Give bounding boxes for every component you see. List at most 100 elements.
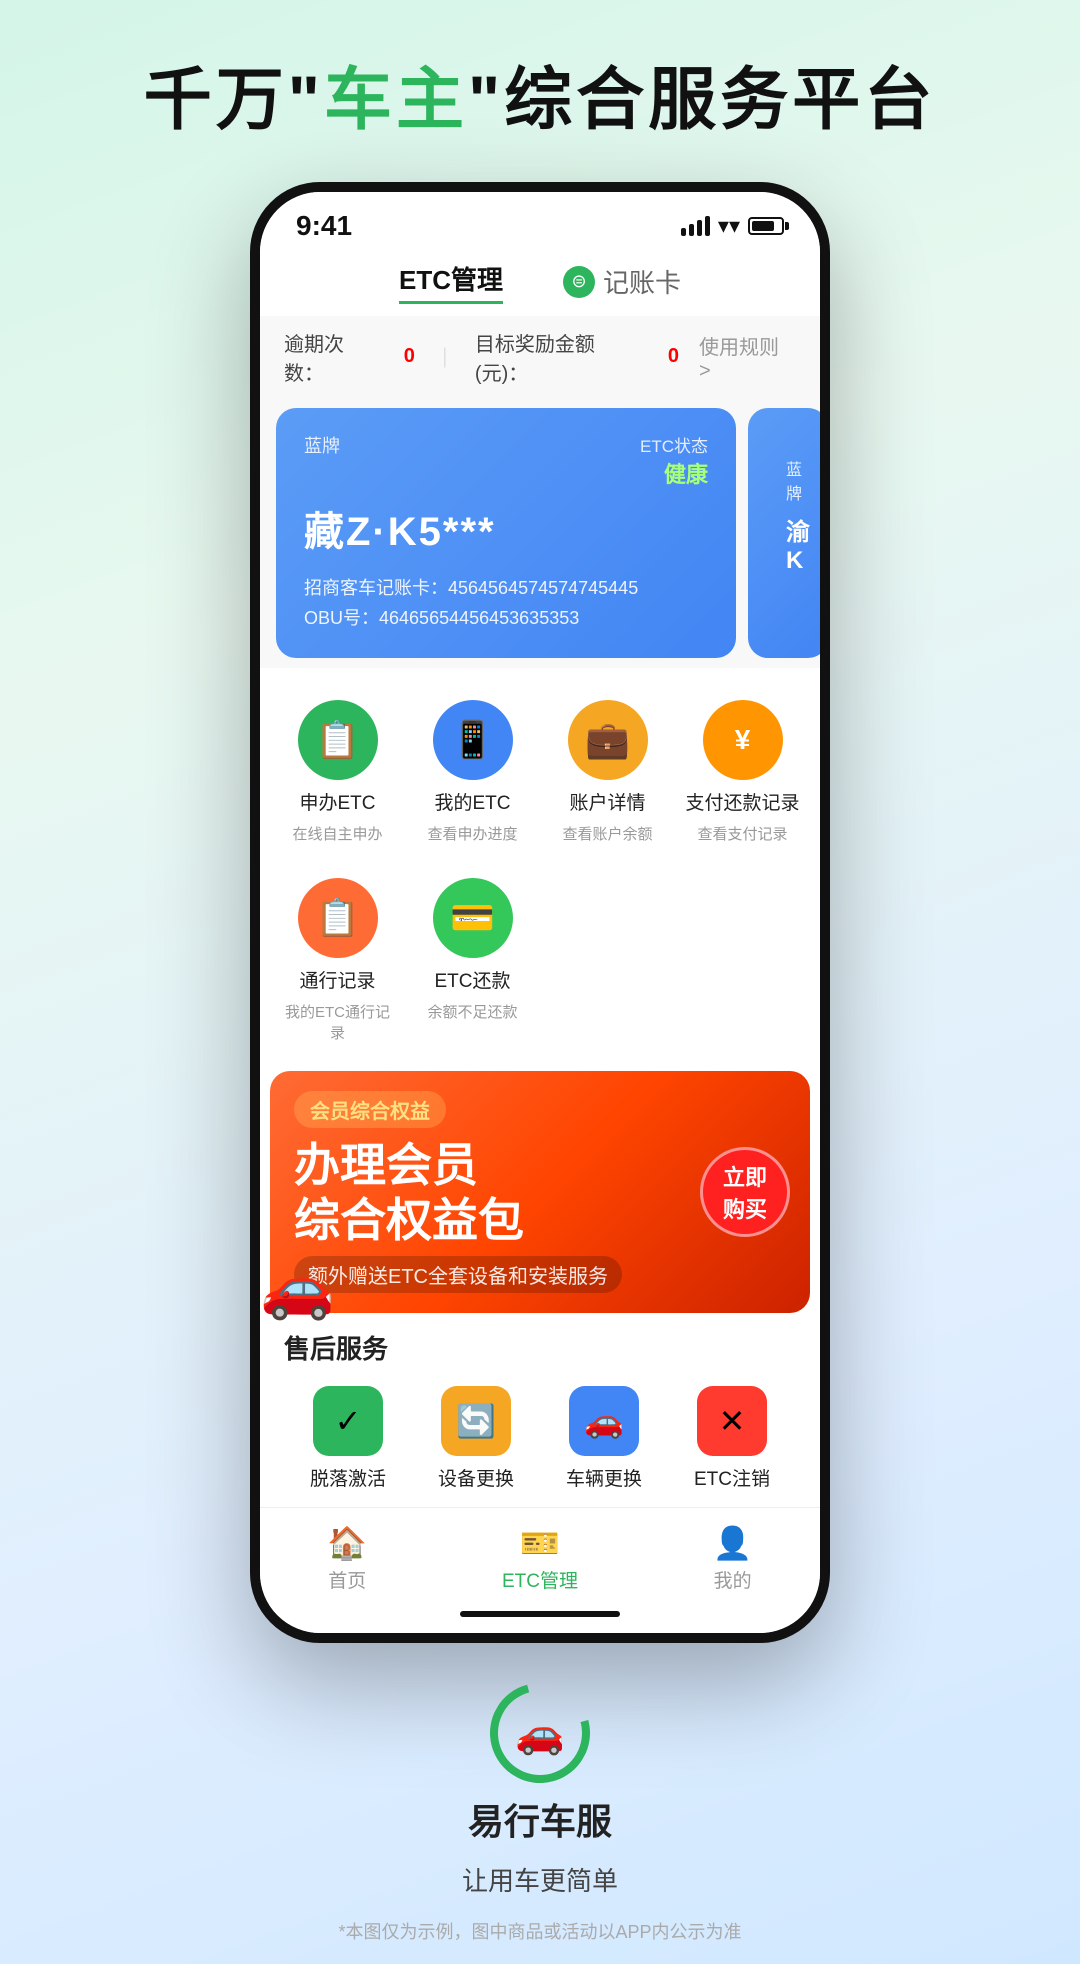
apply-etc-name: 申办ETC — [299, 788, 375, 815]
bottom-nav-etc-manage[interactable]: 🎫 ETC管理 — [502, 1524, 578, 1593]
tagline-prefix: 千万" — [144, 62, 324, 138]
cancel-etc-name: ETC注销 — [694, 1464, 770, 1491]
tab-credit-label: 记账卡 — [603, 263, 681, 300]
service-pass-record[interactable]: 📋 通行记录 我的ETC通行记录 — [270, 866, 405, 1055]
my-etc-name: 我的ETC — [434, 788, 510, 815]
partial-plate: 渝K — [786, 512, 790, 575]
status-bar: 9:41 ▾▾ — [260, 192, 820, 252]
account-detail-desc: 查看账户余额 — [562, 823, 652, 844]
pass-record-desc: 我的ETC通行记录 — [278, 1001, 397, 1043]
cancel-etc-icon: ✕ — [697, 1386, 767, 1456]
after-sale-grid: ✓ 脱落激活 🔄 设备更换 🚗 车辆更换 ✕ ETC注销 — [284, 1378, 796, 1499]
service-payment-record[interactable]: ¥ 支付还款记录 查看支付记录 — [675, 688, 810, 856]
etc-manage-icon: 🎫 — [520, 1524, 560, 1562]
brand-icon: 🚗 — [490, 1683, 590, 1783]
my-etc-desc: 查看申办进度 — [427, 823, 517, 844]
banner-buy-label2: 购买 — [723, 1192, 767, 1224]
footer: 🚗 易行车服 让用车更简单 *本图仅为示例，图中商品或活动以APP内公示为准 — [0, 1643, 1080, 1964]
phone-mockup: 9:41 ▾▾ ETC管理 ⊜ 记账卡 — [250, 182, 830, 1644]
tagline: 千万"车主"综合服务平台 — [0, 0, 1080, 182]
brand-slogan: 让用车更简单 — [40, 1861, 1040, 1898]
apply-etc-desc: 在线自主申办 — [292, 823, 382, 844]
overdue-label: 逾期次数： — [284, 328, 384, 386]
wifi-icon: ▾▾ — [718, 213, 740, 239]
membership-banner-wrap: 会员综合权益 办理会员综合权益包 额外赠送ETC全套设备和安装服务 立即 购买 … — [260, 1071, 820, 1313]
banner-sub-text: 额外赠送ETC全套设备和安装服务 — [294, 1256, 622, 1293]
payment-record-icon: ¥ — [703, 700, 783, 780]
service-grid-row2: 📋 通行记录 我的ETC通行记录 💳 ETC还款 余额不足还款 — [260, 866, 820, 1071]
apply-etc-icon: 📋 — [298, 700, 378, 780]
partial-card-type: 蓝牌 — [786, 456, 790, 504]
card-etc-label: ETC状态 — [640, 432, 708, 457]
etc-card-partial[interactable]: 蓝牌 渝K — [748, 408, 820, 658]
use-rules-link[interactable]: 使用规则 > — [699, 331, 796, 383]
card-type-label: 蓝牌 — [304, 432, 340, 489]
card-account-info: 招商客车记账卡：4564564574574745445 OBU号：4646565… — [304, 573, 708, 634]
pass-record-icon: 📋 — [298, 878, 378, 958]
tagline-suffix: "综合服务平台 — [468, 62, 936, 138]
replace-car-icon: 🚗 — [569, 1386, 639, 1456]
after-sale-cancel-etc[interactable]: ✕ ETC注销 — [668, 1378, 796, 1499]
home-icon: 🏠 — [327, 1524, 367, 1562]
home-label: 首页 — [328, 1566, 366, 1593]
footer-note: *本图仅为示例，图中商品或活动以APP内公示为准 — [40, 1918, 1040, 1944]
card-obu-num: 46465654456453635353 — [379, 608, 579, 628]
account-detail-name: 账户详情 — [569, 788, 645, 815]
brand-inner-icon: 🚗 — [515, 1710, 565, 1757]
after-sale-replace-car[interactable]: 🚗 车辆更换 — [540, 1378, 668, 1499]
replace-car-name: 车辆更换 — [566, 1464, 642, 1491]
card-etc-status: ETC状态 健康 — [640, 432, 708, 489]
etc-repay-name: ETC还款 — [434, 966, 510, 993]
banner-badge-text: 会员综合权益 — [310, 1101, 430, 1123]
after-sale-title: 售后服务 — [284, 1329, 796, 1366]
tab-credit-card[interactable]: ⊜ 记账卡 — [563, 263, 681, 300]
service-etc-repay[interactable]: 💳 ETC还款 余额不足还款 — [405, 866, 540, 1055]
replace-device-name: 设备更换 — [438, 1464, 514, 1491]
reactivate-name: 脱落激活 — [310, 1464, 386, 1491]
status-icons: ▾▾ — [681, 213, 784, 239]
service-account-detail[interactable]: 💼 账户详情 查看账户余额 — [540, 688, 675, 856]
tab-etc-manage[interactable]: ETC管理 — [399, 260, 503, 304]
nav-tabs: ETC管理 ⊜ 记账卡 — [260, 252, 820, 316]
home-indicator — [260, 1601, 820, 1633]
card-plate: 藏Z·K5*** — [304, 499, 708, 557]
battery-icon — [748, 217, 784, 235]
bottom-nav-mine[interactable]: 👤 我的 — [713, 1524, 753, 1593]
divider: ｜ — [435, 342, 455, 371]
overdue-value: 0 — [404, 345, 415, 368]
after-sale-reactivate[interactable]: ✓ 脱落激活 — [284, 1378, 412, 1499]
etc-card-main[interactable]: 蓝牌 ETC状态 健康 藏Z·K5*** 招商客车记账卡：45645645745… — [276, 408, 736, 658]
brand-name: 易行车服 — [468, 1793, 612, 1845]
target-value: 0 — [668, 345, 679, 368]
membership-banner[interactable]: 会员综合权益 办理会员综合权益包 额外赠送ETC全套设备和安装服务 立即 购买 … — [270, 1071, 810, 1313]
reactivate-icon: ✓ — [313, 1386, 383, 1456]
banner-buy-button[interactable]: 立即 购买 — [700, 1147, 790, 1237]
after-sale-section: 售后服务 ✓ 脱落激活 🔄 设备更换 🚗 车辆更换 ✕ ETC注销 — [260, 1313, 820, 1507]
bottom-nav: 🏠 首页 🎫 ETC管理 👤 我的 — [260, 1507, 820, 1601]
signal-icon — [681, 216, 710, 236]
etc-manage-label: ETC管理 — [502, 1566, 578, 1593]
pass-record-name: 通行记录 — [299, 966, 375, 993]
bottom-nav-home[interactable]: 🏠 首页 — [327, 1524, 367, 1593]
account-detail-icon: 💼 — [568, 700, 648, 780]
payment-record-name: 支付还款记录 — [685, 788, 799, 815]
mine-label: 我的 — [714, 1566, 752, 1593]
payment-record-desc: 查看支付记录 — [697, 823, 787, 844]
after-sale-replace-device[interactable]: 🔄 设备更换 — [412, 1378, 540, 1499]
partial-card-inner: 蓝牌 渝K — [776, 432, 800, 599]
mine-icon: 👤 — [713, 1524, 753, 1562]
info-bar: 逾期次数：0 ｜ 目标奖励金额(元)：0 使用规则 > — [260, 316, 820, 398]
card-account-num: 4564564574574745445 — [448, 578, 638, 598]
etc-repay-desc: 余额不足还款 — [427, 1001, 517, 1022]
banner-buy-label: 立即 — [723, 1160, 767, 1192]
card-header: 蓝牌 ETC状态 健康 — [304, 432, 708, 489]
card-scroll: 蓝牌 ETC状态 健康 藏Z·K5*** 招商客车记账卡：45645645745… — [260, 398, 820, 668]
service-apply-etc[interactable]: 📋 申办ETC 在线自主申办 — [270, 688, 405, 856]
home-bar — [460, 1611, 620, 1617]
service-my-etc[interactable]: 📱 我的ETC 查看申办进度 — [405, 688, 540, 856]
tagline-highlight: 车主 — [324, 62, 468, 138]
service-grid-row1: 📋 申办ETC 在线自主申办 📱 我的ETC 查看申办进度 💼 账户详情 查看账… — [260, 668, 820, 866]
banner-car-icon: 🚗 — [260, 1252, 335, 1323]
my-etc-icon: 📱 — [433, 700, 513, 780]
credit-icon: ⊜ — [563, 266, 595, 298]
